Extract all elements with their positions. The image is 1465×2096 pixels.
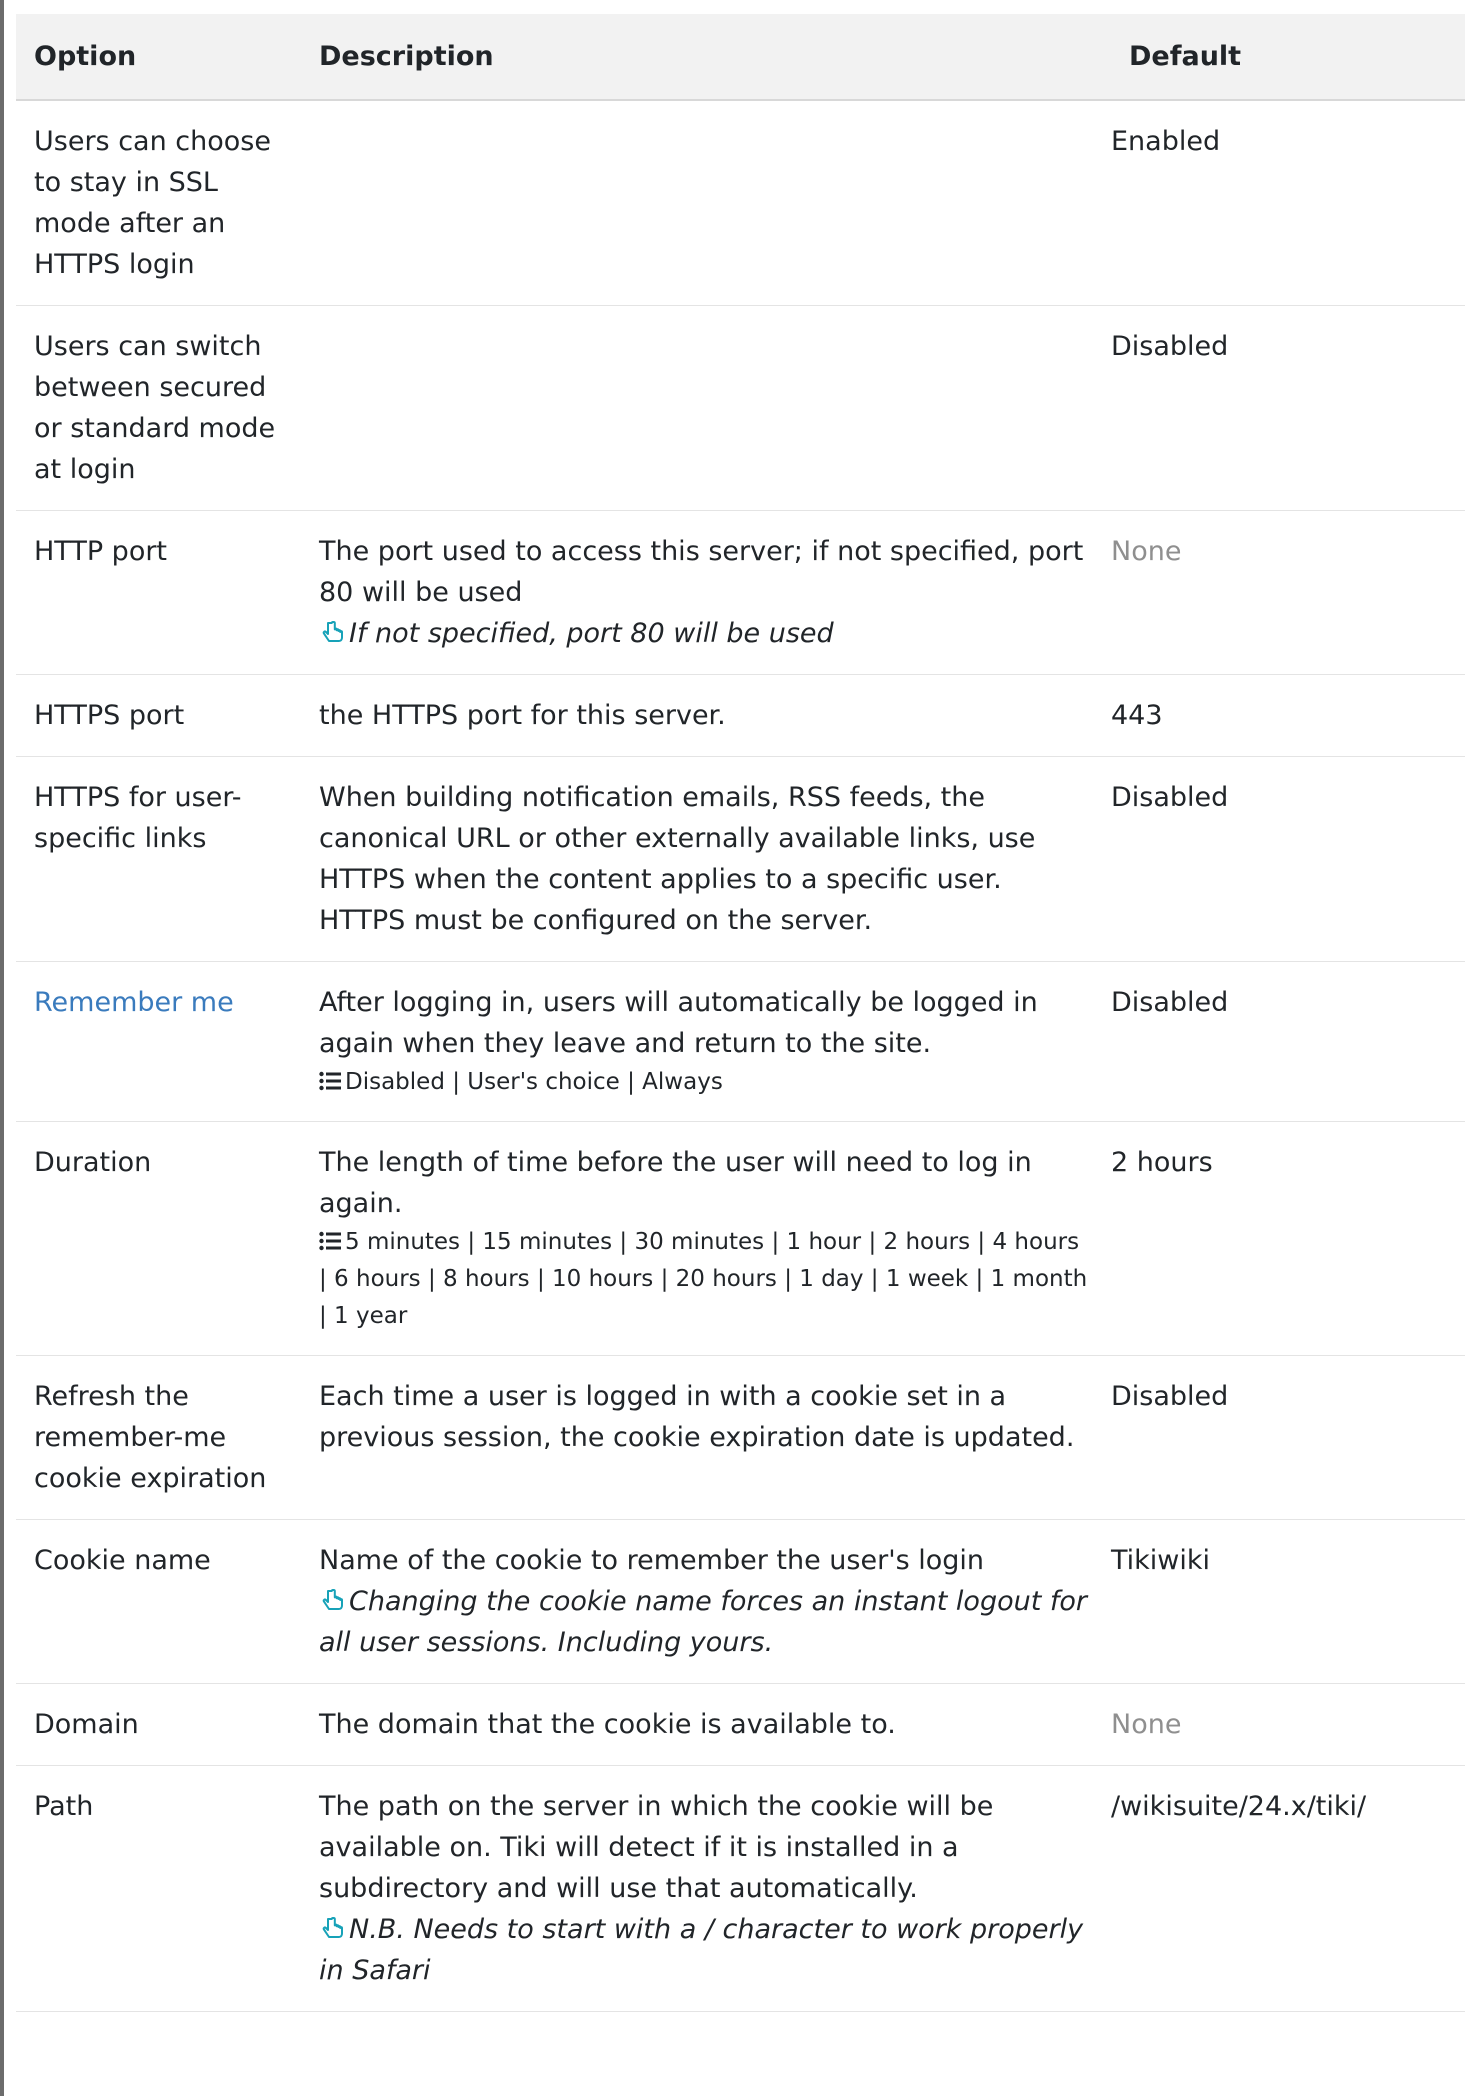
option-name-cell: Remember me bbox=[16, 962, 307, 1122]
preferences-table: Option Description Default Users can cho… bbox=[16, 14, 1465, 2012]
option-description: The path on the server in which the cook… bbox=[307, 1766, 1111, 2012]
description-text: The path on the server in which the cook… bbox=[319, 1791, 994, 1904]
option-name: Users can switch between secured or stan… bbox=[34, 331, 276, 485]
option-name: Path bbox=[34, 1791, 94, 1822]
option-name: Duration bbox=[34, 1147, 152, 1178]
option-values-text: Disabled | User's choice | Always bbox=[345, 1069, 723, 1095]
option-name: Refresh the remember-me cookie expiratio… bbox=[34, 1381, 267, 1494]
description-text: After logging in, users will automatical… bbox=[319, 987, 1038, 1059]
description-text: The length of time before the user will … bbox=[319, 1147, 1032, 1219]
table-row: Domain The domain that the cookie is ava… bbox=[16, 1684, 1465, 1766]
option-description: Name of the cookie to remember the user'… bbox=[307, 1520, 1111, 1684]
header-default: Default bbox=[1111, 14, 1465, 101]
header-option: Option bbox=[16, 14, 307, 101]
pointing-hand-icon bbox=[322, 1917, 343, 1938]
table-row: Refresh the remember-me cookie expiratio… bbox=[16, 1356, 1465, 1520]
option-description: Each time a user is logged in with a coo… bbox=[319, 1381, 1075, 1453]
option-description: The port used to access this server; if … bbox=[307, 511, 1111, 675]
option-default: Disabled bbox=[1111, 782, 1229, 813]
option-name: HTTP port bbox=[34, 536, 168, 567]
option-default: None bbox=[1111, 1709, 1182, 1740]
option-description: the HTTPS port for this server. bbox=[319, 700, 726, 731]
option-values: Disabled | User's choice | Always bbox=[319, 1064, 1089, 1101]
table-row: Remember me After logging in, users will… bbox=[16, 962, 1465, 1122]
table-row: HTTPS port the HTTPS port for this serve… bbox=[16, 675, 1465, 757]
option-name: HTTPS port bbox=[34, 700, 185, 731]
table-row: Users can choose to stay in SSL mode aft… bbox=[16, 100, 1465, 306]
option-default: None bbox=[1111, 536, 1182, 567]
remember-me-link[interactable]: Remember me bbox=[34, 987, 234, 1018]
option-description: When building notification emails, RSS f… bbox=[319, 782, 1036, 936]
description-text: Name of the cookie to remember the user'… bbox=[319, 1545, 985, 1576]
option-default: Disabled bbox=[1111, 331, 1229, 362]
option-default: /wikisuite/24.x/tiki/ bbox=[1111, 1791, 1367, 1822]
option-values: 5 minutes | 15 minutes | 30 minutes | 1 … bbox=[319, 1224, 1089, 1335]
table-row: HTTPS for user-specific links When build… bbox=[16, 757, 1465, 962]
option-name: Users can choose to stay in SSL mode aft… bbox=[34, 126, 271, 280]
pointing-hand-icon bbox=[322, 621, 343, 642]
option-name: Domain bbox=[34, 1709, 139, 1740]
option-default: Disabled bbox=[1111, 1381, 1229, 1412]
table-row: HTTP port The port used to access this s… bbox=[16, 511, 1465, 675]
list-icon bbox=[319, 1071, 341, 1091]
table-row: Users can switch between secured or stan… bbox=[16, 306, 1465, 511]
option-description bbox=[307, 306, 1111, 511]
list-icon bbox=[319, 1231, 341, 1251]
option-hint: If not specified, port 80 will be used bbox=[319, 613, 1089, 654]
option-name: Cookie name bbox=[34, 1545, 211, 1576]
option-hint: Changing the cookie name forces an insta… bbox=[319, 1581, 1089, 1663]
option-description bbox=[307, 100, 1111, 306]
option-default: 443 bbox=[1111, 700, 1163, 731]
option-hint: N.B. Needs to start with a / character t… bbox=[319, 1909, 1089, 1991]
option-default: Tikiwiki bbox=[1111, 1545, 1211, 1576]
option-description: The domain that the cookie is available … bbox=[319, 1709, 896, 1740]
option-description: After logging in, users will automatical… bbox=[307, 962, 1111, 1122]
preferences-table-container: Option Description Default Users can cho… bbox=[16, 14, 1465, 2012]
option-name: HTTPS for user-specific links bbox=[34, 782, 242, 854]
left-border bbox=[0, 0, 4, 2096]
pointing-hand-icon bbox=[322, 1589, 343, 1610]
header-description: Description bbox=[307, 14, 1111, 101]
option-default: Enabled bbox=[1111, 126, 1221, 157]
hint-text: If not specified, port 80 will be used bbox=[349, 618, 834, 649]
table-header-row: Option Description Default bbox=[16, 14, 1465, 101]
option-values-text: 5 minutes | 15 minutes | 30 minutes | 1 … bbox=[319, 1229, 1088, 1329]
table-row: Path The path on the server in which the… bbox=[16, 1766, 1465, 2012]
table-row: Cookie name Name of the cookie to rememb… bbox=[16, 1520, 1465, 1684]
hint-text: N.B. Needs to start with a / character t… bbox=[319, 1914, 1084, 1986]
table-row: Duration The length of time before the u… bbox=[16, 1122, 1465, 1356]
hint-text: Changing the cookie name forces an insta… bbox=[319, 1586, 1088, 1658]
option-description: The length of time before the user will … bbox=[307, 1122, 1111, 1356]
option-default: Disabled bbox=[1111, 987, 1229, 1018]
option-default: 2 hours bbox=[1111, 1147, 1213, 1178]
description-text: The port used to access this server; if … bbox=[319, 536, 1084, 608]
